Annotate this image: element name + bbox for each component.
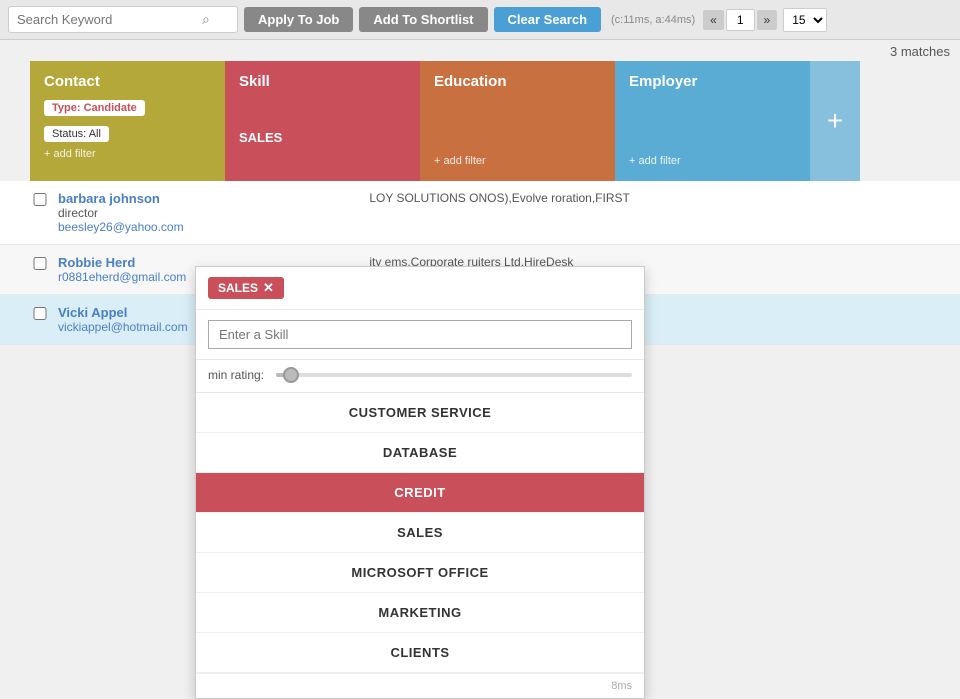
rating-slider[interactable] — [276, 373, 632, 377]
remove-skill-button[interactable]: ✕ — [263, 280, 274, 296]
add-to-shortlist-button[interactable]: Add To Shortlist — [359, 7, 487, 32]
active-skill-tag[interactable]: SALES ✕ — [208, 277, 284, 299]
rating-label: min rating: — [208, 368, 264, 382]
rating-row: min rating: — [196, 360, 644, 393]
contact-title-1: director — [58, 206, 349, 220]
row-checkbox-2[interactable] — [30, 257, 50, 270]
search-box[interactable]: ⌕ — [8, 6, 238, 33]
employer-filter-title: Employer — [629, 73, 796, 90]
dropdown-list-item[interactable]: DATABASE — [196, 433, 644, 473]
contact-filter-card[interactable]: Contact Type: Candidate Status: All + ad… — [30, 61, 225, 181]
row-checkbox-3[interactable] — [30, 307, 50, 320]
dropdown-list-item[interactable]: MARKETING — [196, 593, 644, 633]
dropdown-list-item[interactable]: CLIENTS — [196, 633, 644, 673]
type-badge: Type: Candidate — [44, 100, 145, 116]
status-value: All — [89, 128, 101, 140]
dropdown-footer: 8ms — [196, 673, 644, 698]
results-area: barbara johnson director beesley26@yahoo… — [0, 181, 960, 345]
slider-thumb[interactable] — [283, 367, 299, 383]
search-icon: ⌕ — [202, 11, 210, 28]
filter-row: Contact Type: Candidate Status: All + ad… — [0, 61, 960, 181]
skill-search-input[interactable] — [208, 320, 632, 349]
contact-add-filter[interactable]: + add filter — [44, 148, 211, 160]
skill-filter-title: Skill — [239, 73, 406, 90]
active-skill-label: SALES — [218, 281, 258, 295]
type-label: Type: — [52, 102, 81, 114]
education-filter-title: Education — [434, 73, 601, 90]
add-filter-card-button[interactable]: + — [810, 61, 860, 181]
dropdown-list-item[interactable]: SALES — [196, 513, 644, 553]
dropdown-list-item[interactable]: CUSTOMER SERVICE — [196, 393, 644, 433]
education-add-filter[interactable]: + add filter — [434, 155, 486, 167]
contact-name-1[interactable]: barbara johnson — [58, 191, 349, 206]
skill-filter-card[interactable]: Skill SALES — [225, 61, 420, 181]
employer-filter-card[interactable]: Employer + add filter — [615, 61, 810, 181]
type-value: Candidate — [84, 102, 137, 114]
pagination: « 1 » — [703, 9, 777, 31]
contact-filter-title: Contact — [44, 73, 211, 90]
table-row: barbara johnson director beesley26@yahoo… — [0, 181, 960, 245]
contact-email-1[interactable]: beesley26@yahoo.com — [58, 220, 349, 234]
apply-to-job-button[interactable]: Apply To Job — [244, 7, 353, 32]
status-badge: Status: All — [44, 126, 109, 142]
skill-input-row — [196, 310, 644, 360]
contact-info-1: barbara johnson director beesley26@yahoo… — [58, 191, 349, 234]
row-checkbox-1[interactable] — [30, 193, 50, 206]
employers-1: LOY SOLUTIONS ONOS),Evolve roration,FIRS… — [349, 191, 952, 205]
next-page-button[interactable]: » — [757, 10, 778, 30]
top-bar: ⌕ Apply To Job Add To Shortlist Clear Se… — [0, 0, 960, 40]
dropdown-header: SALES ✕ — [196, 267, 644, 310]
matches-count: 3 matches — [0, 40, 960, 61]
dropdown-list-item[interactable]: CREDIT — [196, 473, 644, 513]
dropdown-list-item[interactable]: MICROSOFT OFFICE — [196, 553, 644, 593]
skill-tag: SALES — [239, 130, 406, 145]
per-page-select[interactable]: 15 25 50 — [783, 8, 827, 32]
prev-page-button[interactable]: « — [703, 10, 724, 30]
timing-display: (c:11ms, a:44ms) — [611, 14, 695, 26]
dropdown-items-list: CUSTOMER SERVICEDATABASECREDITSALESMICRO… — [196, 393, 644, 673]
status-label: Status: — [52, 128, 86, 140]
skill-dropdown: SALES ✕ min rating: CUSTOMER SERVICEDATA… — [195, 266, 645, 699]
education-filter-card[interactable]: Education + add filter — [420, 61, 615, 181]
clear-search-button[interactable]: Clear Search — [494, 7, 602, 32]
employer-add-filter[interactable]: + add filter — [629, 155, 681, 167]
page-number: 1 — [726, 9, 755, 31]
search-input[interactable] — [17, 12, 202, 27]
